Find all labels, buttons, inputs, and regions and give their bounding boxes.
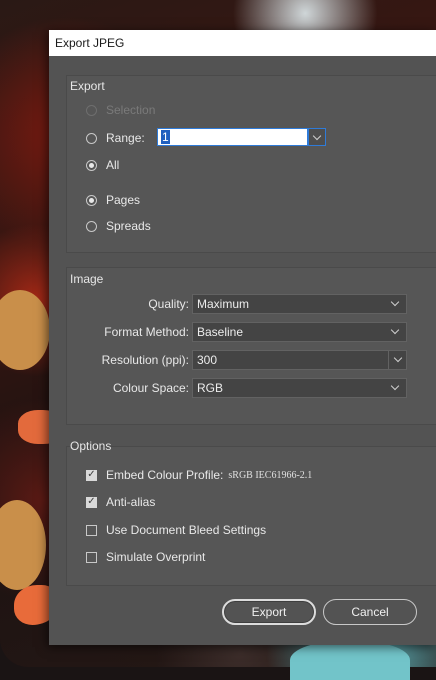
embed-profile-label: Embed Colour Profile: bbox=[106, 468, 224, 482]
radio-selection-label: Selection bbox=[106, 103, 156, 117]
colour-space-label: Colour Space: bbox=[112, 381, 189, 395]
range-input[interactable]: 1 bbox=[157, 128, 308, 146]
radio-range[interactable]: Range: bbox=[86, 131, 145, 145]
image-group bbox=[66, 267, 436, 425]
cancel-button[interactable]: Cancel bbox=[323, 599, 417, 625]
simulate-overprint-checkbox[interactable]: Simulate Overprint bbox=[86, 550, 205, 564]
radio-range-label: Range: bbox=[106, 131, 145, 145]
radio-icon bbox=[86, 132, 97, 144]
embed-profile-checkbox[interactable]: ✓ Embed Colour Profile: sRGB IEC61966-2.… bbox=[86, 468, 312, 482]
resolution-combo[interactable]: 300 bbox=[192, 350, 407, 370]
options-group bbox=[66, 446, 436, 586]
radio-all[interactable]: All bbox=[86, 158, 119, 172]
range-input-value: 1 bbox=[161, 130, 170, 144]
quality-value: Maximum bbox=[197, 297, 250, 311]
checkbox-icon bbox=[86, 551, 97, 563]
background-teal-shape bbox=[290, 640, 410, 680]
checkbox-icon bbox=[86, 524, 97, 536]
radio-icon bbox=[86, 194, 97, 206]
chevron-down-icon bbox=[393, 353, 403, 363]
radio-icon bbox=[86, 159, 97, 171]
format-method-label: Format Method: bbox=[104, 325, 189, 339]
embed-profile-value: sRGB IEC61966-2.1 bbox=[228, 469, 313, 481]
bleed-settings-checkbox[interactable]: Use Document Bleed Settings bbox=[86, 523, 266, 537]
anti-alias-checkbox[interactable]: ✓ Anti-alias bbox=[86, 495, 155, 509]
radio-spreads-label: Spreads bbox=[106, 219, 151, 233]
image-group-title: Image bbox=[70, 272, 104, 286]
colour-space-select[interactable]: RGB bbox=[192, 378, 407, 398]
resolution-label: Resolution (ppi): bbox=[101, 353, 189, 367]
simulate-overprint-label: Simulate Overprint bbox=[106, 550, 206, 564]
radio-icon bbox=[86, 104, 97, 116]
quality-label: Quality: bbox=[148, 297, 189, 311]
chevron-down-icon bbox=[312, 131, 322, 140]
chevron-down-icon bbox=[390, 297, 400, 307]
bleed-settings-label: Use Document Bleed Settings bbox=[106, 523, 267, 537]
checkmark-icon: ✓ bbox=[86, 469, 97, 481]
radio-pages[interactable]: Pages bbox=[86, 193, 140, 207]
options-group-title: Options bbox=[70, 439, 112, 453]
radio-selection[interactable]: Selection bbox=[86, 103, 155, 117]
checkmark-icon: ✓ bbox=[86, 496, 97, 508]
export-button[interactable]: Export bbox=[222, 599, 316, 625]
dialog-title: Export JPEG bbox=[49, 30, 436, 56]
export-group-title: Export bbox=[70, 79, 105, 93]
anti-alias-label: Anti-alias bbox=[106, 495, 156, 509]
range-dropdown-button[interactable] bbox=[308, 128, 326, 146]
format-method-select[interactable]: Baseline bbox=[192, 322, 407, 342]
quality-select[interactable]: Maximum bbox=[192, 294, 407, 314]
chevron-down-icon bbox=[390, 325, 400, 335]
export-jpeg-dialog: Export JPEG Export Selection Range: 1 Al… bbox=[49, 30, 436, 645]
radio-all-label: All bbox=[106, 158, 120, 172]
radio-pages-label: Pages bbox=[106, 193, 141, 207]
resolution-value: 300 bbox=[197, 353, 218, 367]
radio-icon bbox=[86, 220, 97, 232]
radio-spreads[interactable]: Spreads bbox=[86, 219, 151, 233]
combo-separator bbox=[388, 351, 389, 369]
colour-space-value: RGB bbox=[197, 381, 224, 395]
format-method-value: Baseline bbox=[197, 325, 244, 339]
chevron-down-icon bbox=[390, 381, 400, 391]
